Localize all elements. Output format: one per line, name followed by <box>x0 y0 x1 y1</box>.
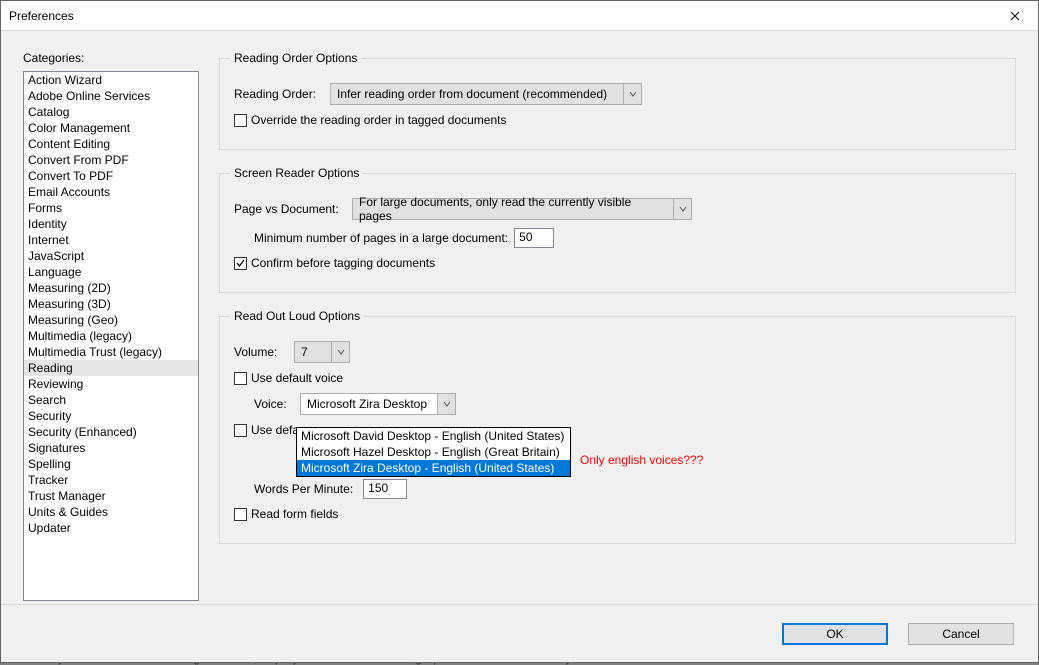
min-pages-input[interactable]: 50 <box>514 228 554 248</box>
category-item[interactable]: Color Management <box>24 120 198 136</box>
category-item[interactable]: Language <box>24 264 198 280</box>
window-title: Preferences <box>9 9 74 23</box>
wpm-input[interactable]: 150 <box>363 479 407 499</box>
wpm-label: Words Per Minute: <box>254 482 353 496</box>
dialog-footer: OK Cancel <box>1 604 1038 662</box>
checkbox-icon <box>234 508 247 521</box>
chevron-down-icon <box>673 199 691 219</box>
voice-value: Microsoft Zira Desktop - <box>307 397 431 411</box>
category-item[interactable]: Security (Enhanced) <box>24 424 198 440</box>
volume-value: 7 <box>301 345 325 359</box>
annotation-text: Only english voices??? <box>580 453 703 467</box>
reading-order-combo[interactable]: Infer reading order from document (recom… <box>330 83 642 105</box>
category-item[interactable]: Security <box>24 408 198 424</box>
checkbox-icon <box>234 114 247 127</box>
read-form-fields-label: Read form fields <box>251 507 338 521</box>
category-item[interactable]: Identity <box>24 216 198 232</box>
titlebar: Preferences <box>1 1 1038 31</box>
category-item[interactable]: Measuring (Geo) <box>24 312 198 328</box>
ok-button[interactable]: OK <box>782 623 888 645</box>
category-item[interactable]: Forms <box>24 200 198 216</box>
page-vs-document-combo[interactable]: For large documents, only read the curre… <box>352 198 692 220</box>
page-vs-document-label: Page vs Document: <box>234 202 342 216</box>
chevron-down-icon <box>331 342 349 362</box>
category-item[interactable]: Measuring (2D) <box>24 280 198 296</box>
category-item[interactable]: Catalog <box>24 104 198 120</box>
category-item[interactable]: Content Editing <box>24 136 198 152</box>
voice-combo[interactable]: Microsoft Zira Desktop - <box>300 393 456 415</box>
category-item[interactable]: Trust Manager <box>24 488 198 504</box>
chevron-down-icon <box>437 394 455 414</box>
checkbox-icon <box>234 424 247 437</box>
category-item[interactable]: Internet <box>24 232 198 248</box>
dialog-body: Categories: Action WizardAdobe Online Se… <box>1 31 1038 604</box>
category-item[interactable]: Convert To PDF <box>24 168 198 184</box>
category-item[interactable]: Search <box>24 392 198 408</box>
voice-option[interactable]: Microsoft Zira Desktop - English (United… <box>297 460 570 476</box>
cancel-button[interactable]: Cancel <box>908 623 1014 645</box>
category-item[interactable]: Email Accounts <box>24 184 198 200</box>
reading-order-value: Infer reading order from document (recom… <box>337 87 617 101</box>
volume-combo[interactable]: 7 <box>294 341 350 363</box>
voice-option[interactable]: Microsoft David Desktop - English (Unite… <box>297 428 570 444</box>
category-item[interactable]: Spelling <box>24 456 198 472</box>
category-item[interactable]: Action Wizard <box>24 72 198 88</box>
confirm-tagging-label: Confirm before tagging documents <box>251 256 435 270</box>
categories-listbox[interactable]: Action WizardAdobe Online ServicesCatalo… <box>23 71 199 601</box>
min-pages-label: Minimum number of pages in a large docum… <box>254 231 508 245</box>
voice-option[interactable]: Microsoft Hazel Desktop - English (Great… <box>297 444 570 460</box>
checkbox-icon <box>234 372 247 385</box>
close-icon <box>1010 11 1020 21</box>
reading-order-label: Reading Order: <box>234 87 320 101</box>
voice-label: Voice: <box>254 397 290 411</box>
screen-reader-group: Screen Reader Options Page vs Document: … <box>219 166 1016 293</box>
category-item[interactable]: Reviewing <box>24 376 198 392</box>
override-reading-order-label: Override the reading order in tagged doc… <box>251 113 507 127</box>
volume-label: Volume: <box>234 345 284 359</box>
category-item[interactable]: Tracker <box>24 472 198 488</box>
categories-label: Categories: <box>23 51 199 65</box>
read-out-loud-legend: Read Out Loud Options <box>230 309 364 323</box>
category-item[interactable]: Multimedia (legacy) <box>24 328 198 344</box>
voice-dropdown-list[interactable]: Microsoft David Desktop - English (Unite… <box>296 427 571 477</box>
read-form-fields-checkbox[interactable]: Read form fields <box>234 507 338 521</box>
category-item[interactable]: JavaScript <box>24 248 198 264</box>
screen-reader-legend: Screen Reader Options <box>230 166 363 180</box>
category-item[interactable]: Units & Guides <box>24 504 198 520</box>
categories-panel: Categories: Action WizardAdobe Online Se… <box>23 51 199 604</box>
page-vs-document-value: For large documents, only read the curre… <box>359 195 667 223</box>
reading-order-group: Reading Order Options Reading Order: Inf… <box>219 51 1016 150</box>
chevron-down-icon <box>623 84 641 104</box>
confirm-tagging-checkbox[interactable]: Confirm before tagging documents <box>234 256 435 270</box>
category-item[interactable]: Measuring (3D) <box>24 296 198 312</box>
settings-panel: Reading Order Options Reading Order: Inf… <box>199 51 1016 604</box>
category-item[interactable]: Updater <box>24 520 198 536</box>
use-default-voice-checkbox[interactable]: Use default voice <box>234 371 343 385</box>
category-item[interactable]: Reading <box>24 360 198 376</box>
use-default-voice-label: Use default voice <box>251 371 343 385</box>
use-default-speech-checkbox[interactable]: Use defa <box>234 423 299 437</box>
category-item[interactable]: Convert From PDF <box>24 152 198 168</box>
preferences-dialog: Preferences Categories: Action WizardAdo… <box>0 0 1039 663</box>
category-item[interactable]: Signatures <box>24 440 198 456</box>
checkbox-icon <box>234 257 247 270</box>
read-out-loud-group: Read Out Loud Options Volume: 7 Use defa… <box>219 309 1016 544</box>
override-reading-order-checkbox[interactable]: Override the reading order in tagged doc… <box>234 113 507 127</box>
category-item[interactable]: Multimedia Trust (legacy) <box>24 344 198 360</box>
reading-order-legend: Reading Order Options <box>230 51 361 65</box>
use-default-speech-label: Use defa <box>251 423 299 437</box>
category-item[interactable]: Adobe Online Services <box>24 88 198 104</box>
close-button[interactable] <box>992 1 1038 31</box>
